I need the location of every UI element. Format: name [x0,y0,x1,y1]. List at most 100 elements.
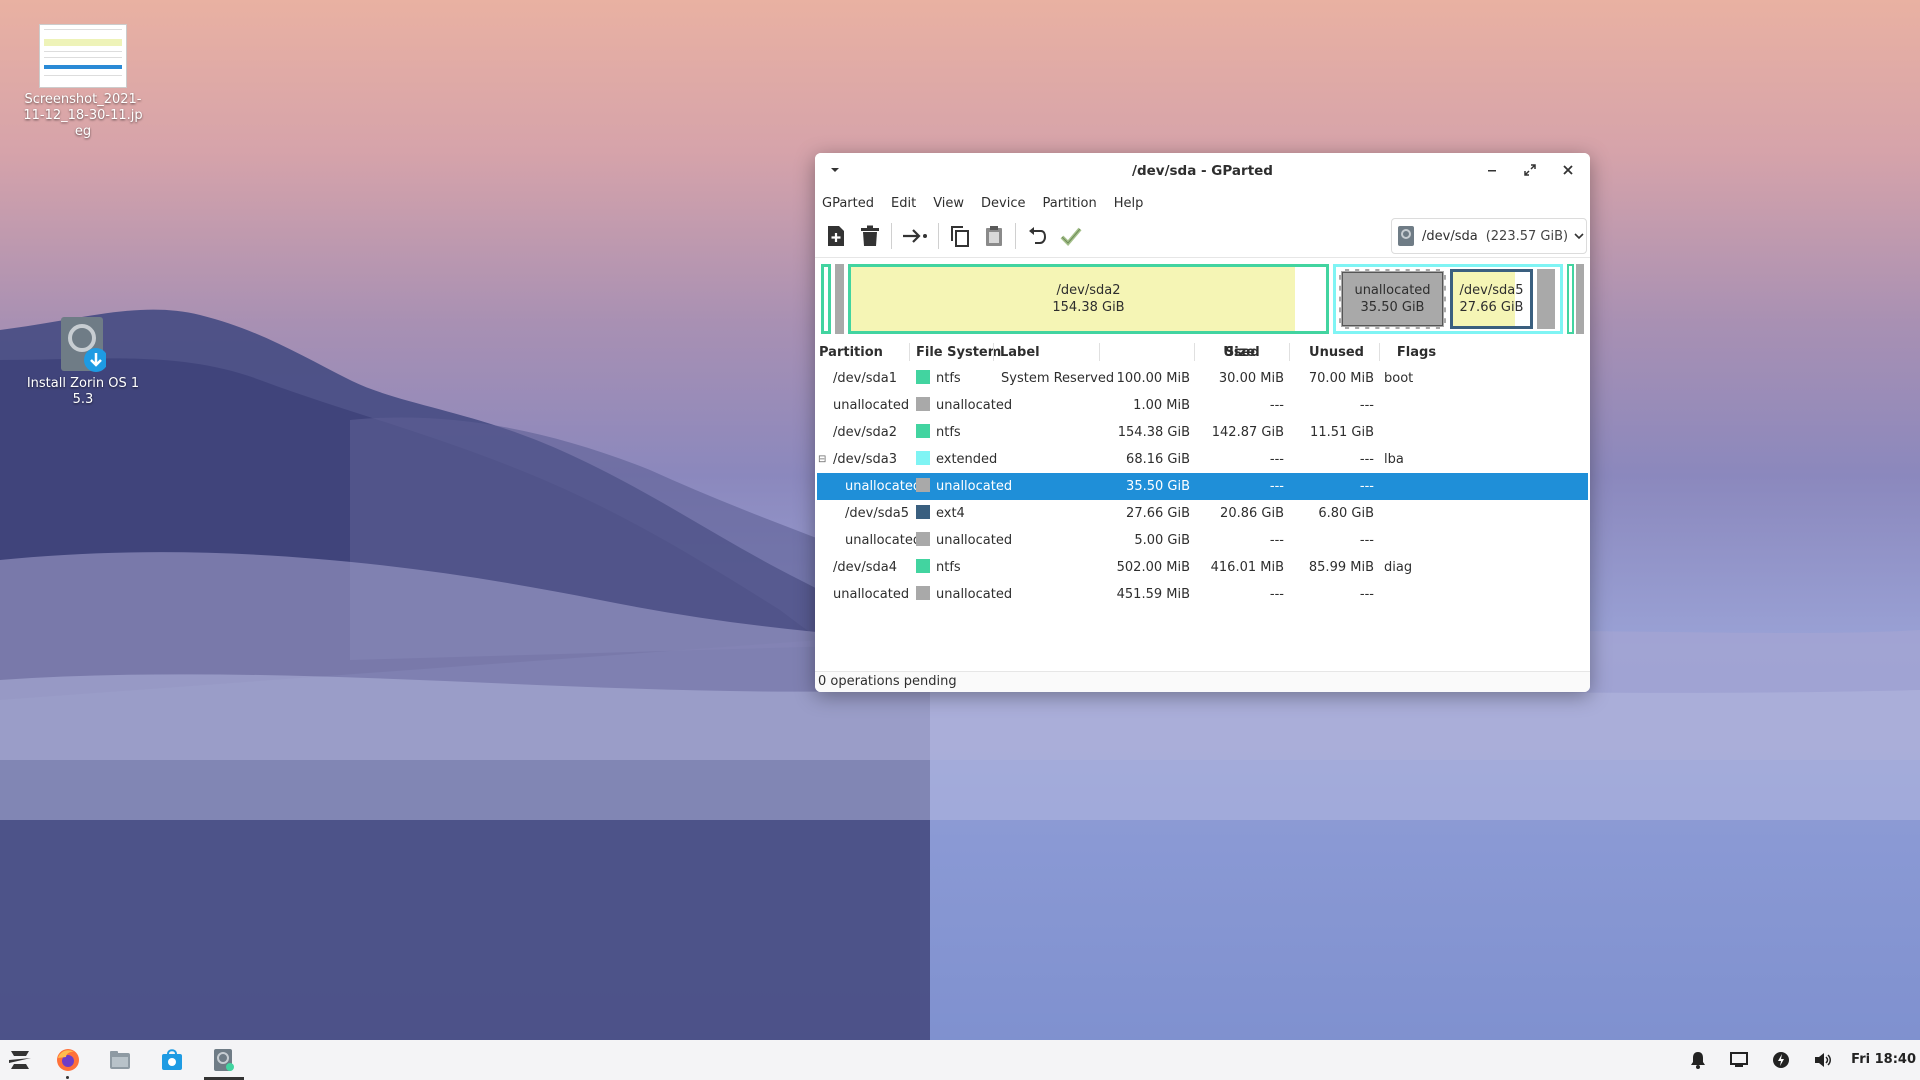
filesystem-color-swatch [916,586,930,600]
cell-size: 5.00 GiB [1134,533,1190,548]
header-unused[interactable]: Unused [1289,339,1384,366]
cell-size: 502.00 MiB [1116,560,1190,575]
volume-speaker-icon[interactable] [1814,1052,1832,1068]
apply-checkmark-icon[interactable] [1058,223,1084,249]
diskmap-unallocated-small[interactable] [835,264,844,334]
table-header: Partition File System Label Size Used Un… [817,339,1588,365]
filesystem-color-swatch [916,478,930,492]
delete-trash-icon[interactable] [857,223,883,249]
gparted-app-icon[interactable] [210,1046,238,1074]
diskmap-sda2-name: /dev/sda2 [1056,283,1121,298]
diskmap-sda5-size: 27.66 GiB [1459,300,1524,315]
bell-notification-icon[interactable] [1690,1051,1706,1069]
cell-filesystem: unallocated [916,473,1012,500]
cell-used: --- [1269,398,1284,413]
power-battery-icon[interactable] [1772,1051,1790,1069]
cell-partition: unallocated [845,533,922,548]
clock[interactable]: Fri 18:40 [1851,1040,1916,1080]
cell-unused: 11.51 GiB [1310,425,1374,440]
cell-size: 451.59 MiB [1116,587,1190,602]
firefox-icon[interactable] [54,1046,82,1074]
cell-size: 68.16 GiB [1126,452,1190,467]
table-row[interactable]: /dev/sda5 ext4 27.66 GiB 20.86 GiB 6.80 GiB [817,500,1588,527]
taskbar: Fri 18:40 [0,1040,1920,1080]
maximize-icon[interactable] [1520,162,1540,182]
header-partition[interactable]: Partition [819,339,883,366]
menu-device[interactable]: Device [981,196,1025,211]
diskmap-sda2[interactable]: /dev/sda2 154.38 GiB [848,264,1329,334]
cell-filesystem-text: unallocated [936,479,1013,494]
cell-filesystem: ext4 [916,500,965,527]
menu-help[interactable]: Help [1114,196,1144,211]
cell-used: 30.00 MiB [1218,371,1284,386]
desktop-icon-label: Screenshot_2021-11-12_18-30-11.jpeg [23,92,143,139]
undo-icon[interactable] [1024,223,1050,249]
table-row[interactable]: ⊟ /dev/sda3 extended 68.16 GiB --- --- lba [817,446,1588,473]
cell-filesystem: ntfs [916,365,961,392]
diskmap-unallocated-tail-extended[interactable] [1537,269,1555,329]
table-row[interactable]: /dev/sda4 ntfs 502.00 MiB 416.01 MiB 85.99 M… [817,554,1588,581]
cell-filesystem: unallocated [916,392,1012,419]
header-used[interactable]: Used [1194,339,1289,366]
diskmap-unallocated-end[interactable] [1576,264,1584,334]
toolbar: /dev/sda (223.57 GiB) [815,215,1590,258]
diskmap-sda4[interactable] [1567,264,1574,334]
window-title: /dev/sda - GParted [1132,163,1273,179]
cell-unused: --- [1359,452,1374,467]
menu-gparted[interactable]: GParted [822,196,874,211]
device-selector[interactable]: /dev/sda (223.57 GiB) [1391,218,1587,254]
disk-usage-map: /dev/sda2 154.38 GiB unallocated 35.50 G… [821,264,1584,334]
cell-partition: /dev/sda3 [833,452,897,467]
new-partition-icon[interactable] [823,223,849,249]
cell-flags: diag [1384,560,1413,575]
software-store-icon[interactable] [158,1046,186,1074]
cell-partition: /dev/sda1 [833,371,897,386]
cell-filesystem: extended [916,446,997,473]
diskmap-sda5[interactable]: /dev/sda5 27.66 GiB [1450,269,1533,329]
menu-edit[interactable]: Edit [891,196,916,211]
table-row[interactable]: unallocated unallocated 5.00 GiB --- --- [817,527,1588,554]
zorin-menu-icon[interactable] [6,1046,34,1074]
table-row[interactable]: /dev/sda2 ntfs 154.38 GiB 142.87 GiB 11.51 G… [817,419,1588,446]
cell-unused: --- [1359,587,1374,602]
table-row[interactable]: /dev/sda1 ntfs System Reserved 100.00 MiB 30… [817,365,1588,392]
partition-table: Partition File System Label Size Used Un… [817,339,1588,608]
files-folder-icon[interactable] [106,1046,134,1074]
table-row[interactable]: unallocated unallocated 451.59 MiB --- --- [817,581,1588,608]
device-name: /dev/sda [1422,228,1478,244]
menu-partition[interactable]: Partition [1043,196,1097,211]
minimize-icon[interactable] [1482,162,1502,182]
cell-filesystem-text: extended [936,452,998,467]
desktop-icon-screenshot[interactable]: Screenshot_2021-11-12_18-30-11.jpeg [23,24,143,140]
collapse-toggle-icon[interactable]: ⊟ [818,446,826,473]
cell-partition: unallocated [833,587,910,602]
header-label[interactable]: Label [1000,339,1040,366]
image-thumbnail-icon [39,24,127,88]
diskmap-unallocated-selected[interactable]: unallocated 35.50 GiB [1339,269,1446,329]
filesystem-color-swatch [916,559,930,573]
cell-used: --- [1269,533,1284,548]
resize-move-icon[interactable] [900,223,930,249]
copy-icon[interactable] [947,223,973,249]
table-row[interactable]: unallocated unallocated 35.50 GiB --- --- [817,473,1588,500]
cell-size: 1.00 MiB [1133,398,1190,413]
cell-used: --- [1269,452,1284,467]
filesystem-color-swatch [916,505,930,519]
paste-clipboard-icon[interactable] [981,223,1007,249]
filesystem-color-swatch [916,451,930,465]
diskmap-sda2-size: 154.38 GiB [1052,300,1125,315]
close-icon[interactable] [1558,162,1578,182]
desktop-icon-install-zorin[interactable]: Install Zorin OS 15.3 [23,316,143,408]
title-bar[interactable]: /dev/sda - GParted [815,153,1590,191]
screen-display-icon[interactable] [1730,1052,1748,1068]
toolbar-separator [891,223,892,249]
diskmap-sda1[interactable] [821,264,831,334]
table-row[interactable]: unallocated unallocated 1.00 MiB --- --- [817,392,1588,419]
menu-view[interactable]: View [933,196,964,211]
header-filesystem[interactable]: File System [916,339,1001,366]
desktop-icon-label: Install Zorin OS 15.3 [26,376,140,407]
filesystem-color-swatch [916,532,930,546]
cell-filesystem-text: ntfs [936,371,961,386]
header-flags[interactable]: Flags [1384,339,1449,366]
menu-bar: GParted Edit View Device Partition Help [815,191,1590,215]
